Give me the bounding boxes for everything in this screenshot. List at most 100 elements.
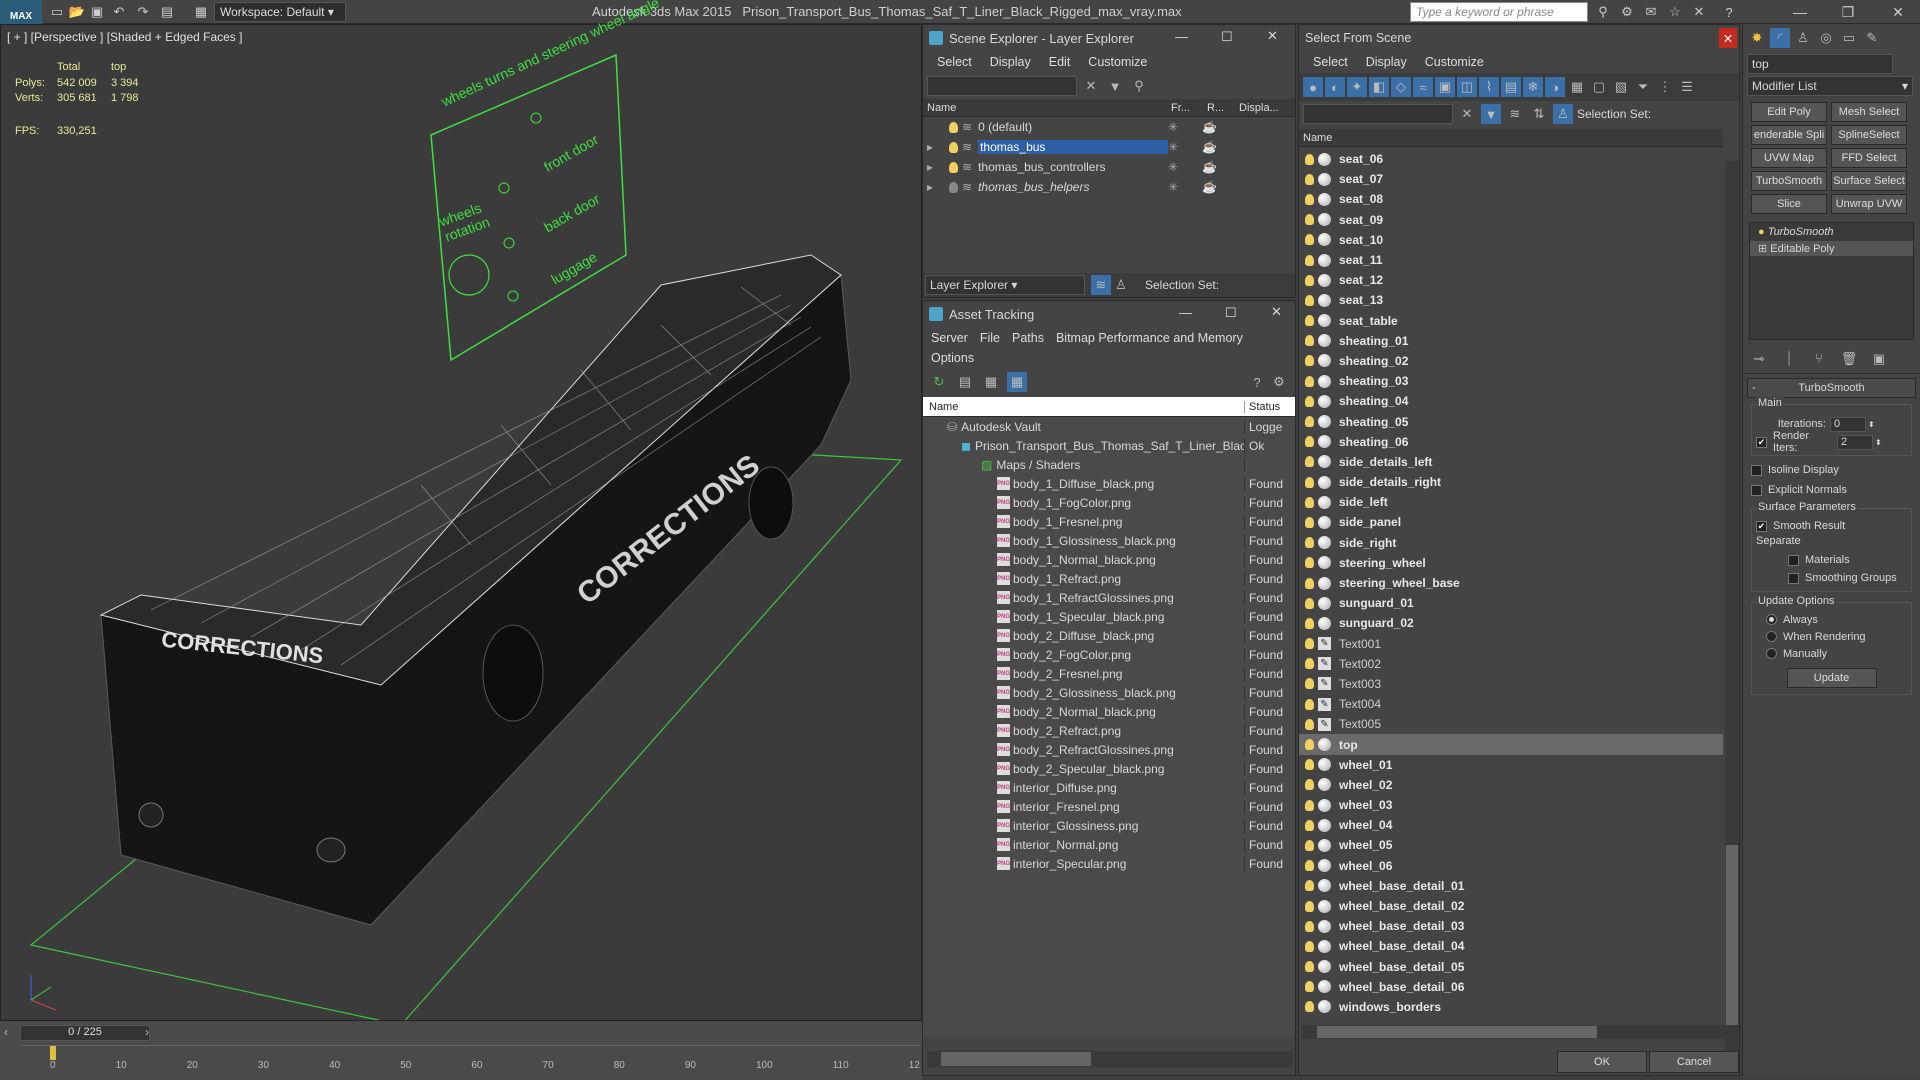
hierarchy-tab-icon[interactable]: ♙	[1793, 28, 1813, 48]
object-row[interactable]: steering_wheel	[1299, 553, 1723, 573]
object-row[interactable]: seat_10	[1299, 230, 1723, 250]
render-icon[interactable]: ☕	[1202, 160, 1217, 174]
light-bulb-icon[interactable]	[1305, 638, 1314, 650]
light-bulb-icon[interactable]	[1305, 193, 1314, 205]
column-freeze[interactable]: Fr...	[1171, 102, 1207, 114]
search-input[interactable]: Type a keyword or phrase	[1410, 2, 1588, 22]
restore-icon[interactable]: ❐	[1834, 2, 1862, 22]
object-row[interactable]: seat_11	[1299, 250, 1723, 270]
layer-row[interactable]: ▸ ≋ thomas_bus_helpers ✳ ☕	[923, 177, 1295, 197]
object-row[interactable]: sunguard_02	[1299, 613, 1723, 633]
expand-icon[interactable]: ▸	[927, 140, 943, 154]
expand-icon[interactable]: ▸	[927, 160, 943, 174]
light-bulb-icon[interactable]	[1305, 759, 1314, 771]
scroll-thumb[interactable]	[941, 1052, 1091, 1066]
select-from-scene-titlebar[interactable]: Select From Scene ✕	[1299, 25, 1739, 51]
light-bulb-icon[interactable]	[1305, 920, 1314, 932]
menu-select[interactable]: Select	[1313, 55, 1348, 69]
manually-radio[interactable]	[1766, 648, 1777, 659]
light-bulb-icon[interactable]	[1305, 537, 1314, 549]
object-row[interactable]: side_right	[1299, 533, 1723, 553]
object-row[interactable]: seat_09	[1299, 210, 1723, 230]
communication-icon[interactable]: ✉	[1642, 3, 1660, 21]
select-invert-icon[interactable]: ▧	[1611, 77, 1631, 97]
save-icon[interactable]: ▣	[88, 3, 106, 21]
object-row[interactable]: side_panel	[1299, 512, 1723, 532]
asset-row-map[interactable]: PNG body_2_Diffuse_black.png Found	[923, 626, 1295, 645]
render-icon[interactable]: ☕	[1202, 120, 1217, 134]
asset-row-map[interactable]: PNG interior_Glossiness.png Found	[923, 816, 1295, 835]
object-row[interactable]: wheel_base_detail_02	[1299, 896, 1723, 916]
smooth-result-row[interactable]: ✔ Smooth Result	[1756, 517, 1907, 535]
subscription-icon[interactable]: ⚙	[1618, 3, 1636, 21]
light-bulb-icon[interactable]	[1305, 516, 1314, 528]
light-bulb-icon[interactable]	[1305, 577, 1314, 589]
containers-filter-icon[interactable]: ▤	[1501, 77, 1521, 97]
render-iters-checkbox[interactable]: ✔	[1756, 436, 1767, 448]
stack-item-selected[interactable]: ⊞ Editable Poly	[1750, 241, 1913, 256]
remove-modifier-icon[interactable]: 🗑	[1839, 349, 1859, 369]
asset-row-map[interactable]: PNG interior_Diffuse.png Found	[923, 778, 1295, 797]
object-row[interactable]: windows_borders	[1299, 997, 1723, 1017]
object-row[interactable]: ✎ Text004	[1299, 694, 1723, 714]
smoothing-groups-checkbox[interactable]	[1788, 572, 1799, 584]
show-end-result-icon[interactable]: ⏐	[1779, 349, 1799, 369]
freeze-icon[interactable]: ✳	[1168, 140, 1202, 154]
shapes-filter-icon[interactable]: ◐	[1325, 77, 1345, 97]
menu-options[interactable]: Options	[931, 351, 974, 365]
expand-icon[interactable]: ⊞	[1758, 243, 1767, 255]
light-bulb-off-icon[interactable]	[949, 181, 958, 193]
mesh-select-button[interactable]: Mesh Select	[1831, 102, 1907, 122]
layer-name[interactable]: thomas_bus	[978, 140, 1169, 154]
light-bulb-icon[interactable]	[1305, 254, 1314, 266]
time-slider-handle[interactable]	[50, 1046, 56, 1060]
column-name[interactable]: Name	[1299, 132, 1332, 144]
hierarchy-icon[interactable]: ⋮	[1655, 77, 1675, 97]
clear-search-icon[interactable]: ✕	[1457, 104, 1477, 124]
spinner-icon[interactable]: ⬍	[1868, 420, 1875, 429]
ffd-select-button[interactable]: FFD Select	[1831, 148, 1907, 168]
maximize-icon[interactable]: ☐	[1221, 29, 1233, 45]
hidden-filter-icon[interactable]: ◑	[1545, 77, 1565, 97]
cameras-filter-icon[interactable]: ◧	[1369, 77, 1389, 97]
light-bulb-icon[interactable]	[1305, 819, 1314, 831]
filter-funnel-icon[interactable]: ⏷	[1633, 77, 1653, 97]
pin-stack-icon[interactable]: ⊸	[1749, 349, 1769, 369]
workspace-dropdown[interactable]: Workspace: Default ▾	[214, 2, 346, 22]
options-icon[interactable]: ☰	[1677, 77, 1697, 97]
when-rendering-radio[interactable]	[1766, 631, 1777, 642]
light-bulb-icon[interactable]	[1305, 416, 1314, 428]
modifier-list-dropdown[interactable]: Modifier List ▾	[1747, 76, 1913, 96]
timeline-next-icon[interactable]: ›	[145, 1025, 149, 1039]
light-bulb-icon[interactable]	[1305, 880, 1314, 892]
timeline-track[interactable]: 0 10 20 30 40 50 60 70 80 90 100 110 12	[20, 1045, 920, 1073]
light-bulb-icon[interactable]	[1305, 496, 1314, 508]
layer-row[interactable]: ▸ ≋ thomas_bus_controllers ✳ ☕	[923, 157, 1295, 177]
object-row[interactable]: sheating_01	[1299, 331, 1723, 351]
create-tab-icon[interactable]: ✸	[1747, 28, 1767, 48]
object-row[interactable]: seat_12	[1299, 270, 1723, 290]
table-view-icon[interactable]: ▦	[1007, 372, 1027, 392]
object-row[interactable]: sheating_05	[1299, 411, 1723, 431]
freeze-icon[interactable]: ✳	[1168, 180, 1202, 194]
object-row[interactable]: seat_08	[1299, 189, 1723, 209]
light-bulb-icon[interactable]: ●	[1758, 226, 1765, 238]
object-row[interactable]: wheel_base_detail_05	[1299, 957, 1723, 977]
redo-icon[interactable]: ↷	[134, 3, 152, 21]
light-bulb-icon[interactable]	[949, 121, 958, 133]
light-bulb-icon[interactable]	[1305, 214, 1314, 226]
light-bulb-icon[interactable]	[1305, 234, 1314, 246]
expand-icon[interactable]: ▸	[927, 180, 943, 194]
object-row[interactable]: sunguard_01	[1299, 593, 1723, 613]
ok-button[interactable]: OK	[1557, 1051, 1647, 1073]
asset-row-map[interactable]: PNG body_2_Fresnel.png Found	[923, 664, 1295, 683]
asset-row-map[interactable]: PNG body_2_FogColor.png Found	[923, 645, 1295, 664]
layer-name[interactable]: thomas_bus_helpers	[978, 180, 1168, 194]
spinner-icon[interactable]: ⬍	[1875, 438, 1882, 447]
object-row[interactable]: wheel_base_detail_04	[1299, 936, 1723, 956]
light-bulb-icon[interactable]	[1305, 557, 1314, 569]
smoothing-groups-row[interactable]: Smoothing Groups	[1756, 569, 1907, 587]
scroll-thumb[interactable]	[1317, 1026, 1597, 1038]
turbosmooth-rollout-header[interactable]: - TurboSmooth	[1747, 378, 1916, 398]
light-bulb-icon[interactable]	[1305, 860, 1314, 872]
